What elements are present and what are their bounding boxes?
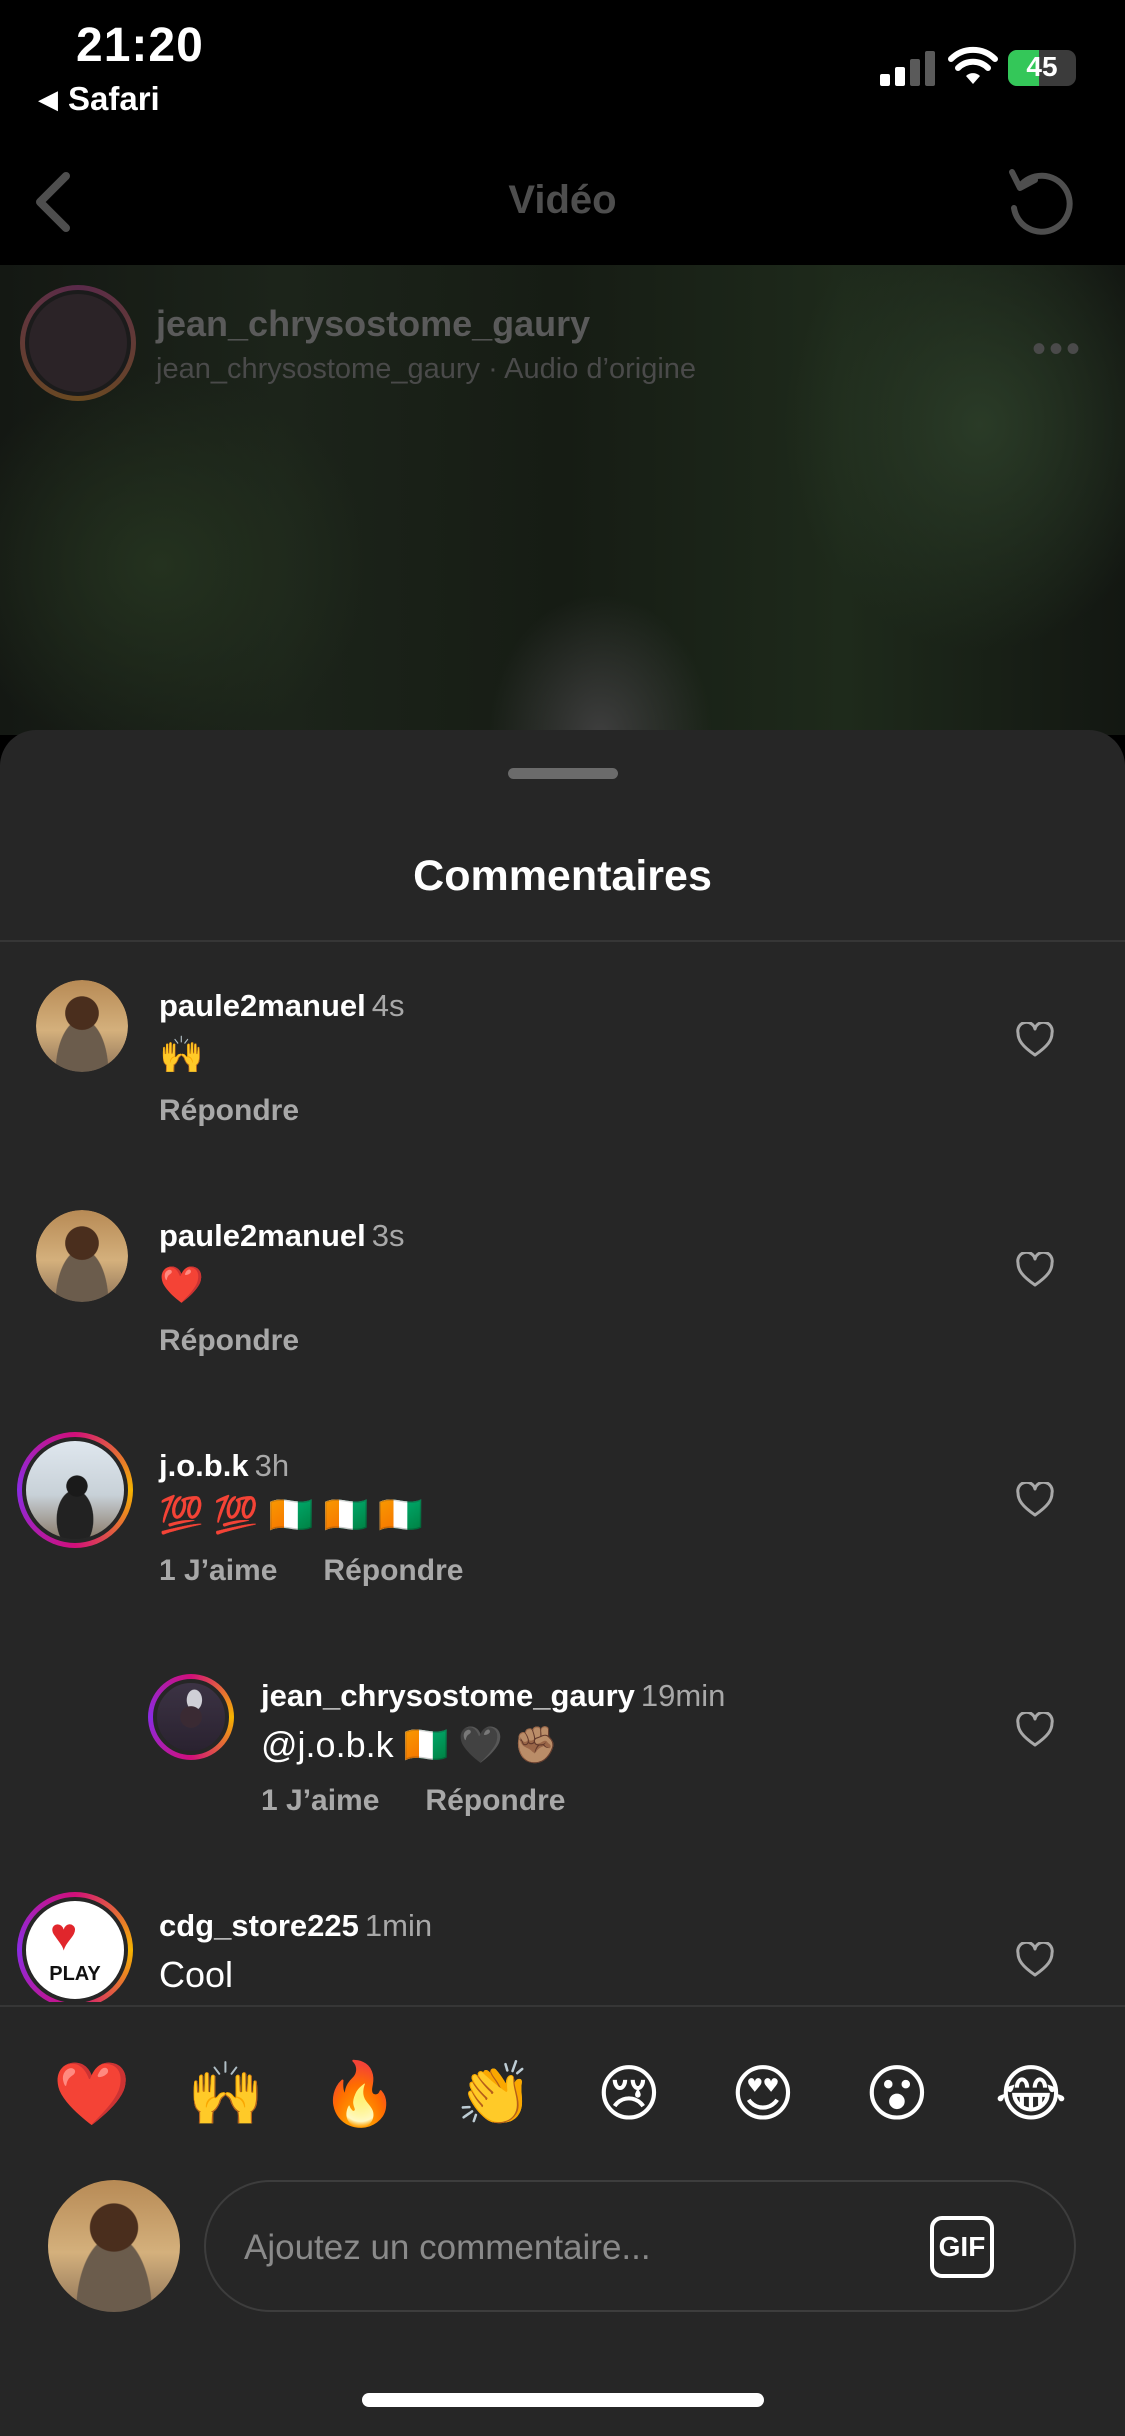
heart-logo-icon: ♥ [50,1908,78,1960]
page-title: Vidéo [508,178,617,222]
avatar-story-ring[interactable] [148,1674,234,1760]
nav-bar: Vidéo [0,140,1125,265]
back-triangle-icon: ◀ [38,83,58,114]
status-bar: 21:20 ◀ Safari 45 [0,0,1125,140]
comment-username[interactable]: paule2manuel [159,1218,366,1253]
home-indicator[interactable] [362,2393,764,2407]
comment-username[interactable]: j.o.b.k [159,1448,249,1483]
comment-actions: Répondre [159,1324,299,1358]
back-app-label: Safari [68,80,160,117]
refresh-icon[interactable] [1002,164,1078,240]
emoji-surprised-button[interactable]: 😮 [857,2055,937,2135]
comment-username[interactable]: cdg_store225 [159,1908,359,1943]
quick-emoji-bar: ❤️ 🙌 🔥 👏 😢 😍 😮 😂 [0,2007,1125,2177]
emoji-heart-button[interactable]: ❤️ [52,2055,132,2135]
comment-time: 3s [371,1218,405,1253]
battery-icon: 45 [1008,50,1076,86]
emoji-clap-button[interactable]: 👏 [455,2055,535,2135]
comments-list[interactable]: paule2manuel 4s 🙌 Répondre paule2manuel 3s… [0,942,1125,2002]
comment-actions: Répondre [159,1094,299,1128]
more-options-icon[interactable]: ••• [1032,327,1083,372]
comment-username[interactable]: paule2manuel [159,988,366,1023]
comment-header: paule2manuel 3s [159,1218,405,1254]
cellular-signal-icon [880,51,935,86]
emoji-heart-eyes-button[interactable]: 😍 [723,2055,803,2135]
comment-time: 19min [640,1678,726,1713]
comment-time: 4s [371,988,405,1023]
reply-button[interactable]: Répondre [323,1554,463,1587]
emoji-fire-button[interactable]: 🔥 [320,2055,400,2135]
avatar-story-ring[interactable]: ♥ PLAY [17,1892,133,2002]
reply-button[interactable]: Répondre [159,1324,299,1357]
comment-time: 3h [254,1448,290,1483]
status-time: 21:20 [76,19,204,72]
emoji-raised-hands-button[interactable]: 🙌 [186,2055,266,2135]
comment-actions: 1 J’aime Répondre [261,1784,565,1818]
emoji-laughing-button[interactable]: 😂 [991,2055,1071,2135]
author-username[interactable]: jean_chrysostome_gaury [156,303,590,345]
battery-percent: 45 [1026,51,1058,82]
wifi-icon [948,46,998,84]
reply-button[interactable]: Répondre [425,1784,565,1817]
comment-text: 🙌 [159,1034,204,1075]
heart-icon[interactable] [1016,1712,1054,1748]
reply-button[interactable]: Répondre [159,1094,299,1127]
avatar[interactable] [36,1210,128,1302]
comment-reply-item: jean_chrysostome_gaury 19min @j.o.b.k 🇨🇮 … [0,1632,1125,1862]
comment-item: paule2manuel 3s ❤️ Répondre [0,1172,1125,1402]
heart-icon[interactable] [1016,1482,1054,1518]
back-to-safari-link[interactable]: ◀ Safari [38,80,160,118]
comment-input-pill[interactable]: GIF [204,2180,1076,2312]
sheet-grabber-handle[interactable] [508,768,618,779]
gif-button[interactable]: GIF [930,2216,994,2278]
likes-count-link[interactable]: 1 J’aime [159,1554,277,1587]
sheet-title: Commentaires [413,852,712,900]
comment-input[interactable] [244,2210,864,2286]
comment-header: jean_chrysostome_gaury 19min [261,1678,725,1714]
comment-header: cdg_store225 1min [159,1908,432,1944]
comment-text: @j.o.b.k 🇨🇮 🖤 ✊🏽 [261,1724,559,1765]
comment-username[interactable]: jean_chrysostome_gaury [261,1678,635,1713]
current-user-avatar [48,2180,180,2312]
likes-count-link[interactable]: 1 J’aime [261,1784,379,1817]
avatar-logo-text: PLAY [49,1963,101,1985]
author-avatar[interactable] [20,285,136,401]
avatar[interactable] [36,980,128,1072]
comment-text: 💯 💯 🇨🇮 🇨🇮 🇨🇮 [159,1494,424,1535]
comment-item: paule2manuel 4s 🙌 Répondre [0,942,1125,1172]
comment-text: Cool [159,1954,234,1995]
comment-header: paule2manuel 4s [159,988,405,1024]
heart-icon[interactable] [1016,1942,1054,1978]
comment-actions: 1 J’aime Répondre [159,1554,463,1588]
heart-icon[interactable] [1016,1252,1054,1288]
comment-time: 1min [364,1908,433,1943]
audio-source-label[interactable]: jean_chrysostome_gaury · Audio d’origine [156,353,696,386]
heart-icon[interactable] [1016,1022,1054,1058]
emoji-crying-button[interactable]: 😢 [589,2055,669,2135]
video-player: jean_chrysostome_gaury jean_chrysostome_… [0,265,1125,735]
comment-header: j.o.b.k 3h [159,1448,289,1484]
comment-item: j.o.b.k 3h 💯 💯 🇨🇮 🇨🇮 🇨🇮 1 J’aime Répondre [0,1402,1125,1632]
avatar-story-ring[interactable] [17,1432,133,1548]
comment-composer-area: ❤️ 🙌 🔥 👏 😢 😍 😮 😂 GIF [0,2005,1125,2436]
comment-text: ❤️ [159,1264,204,1305]
comment-item: ♥ PLAY cdg_store225 1min Cool [0,1862,1125,2002]
